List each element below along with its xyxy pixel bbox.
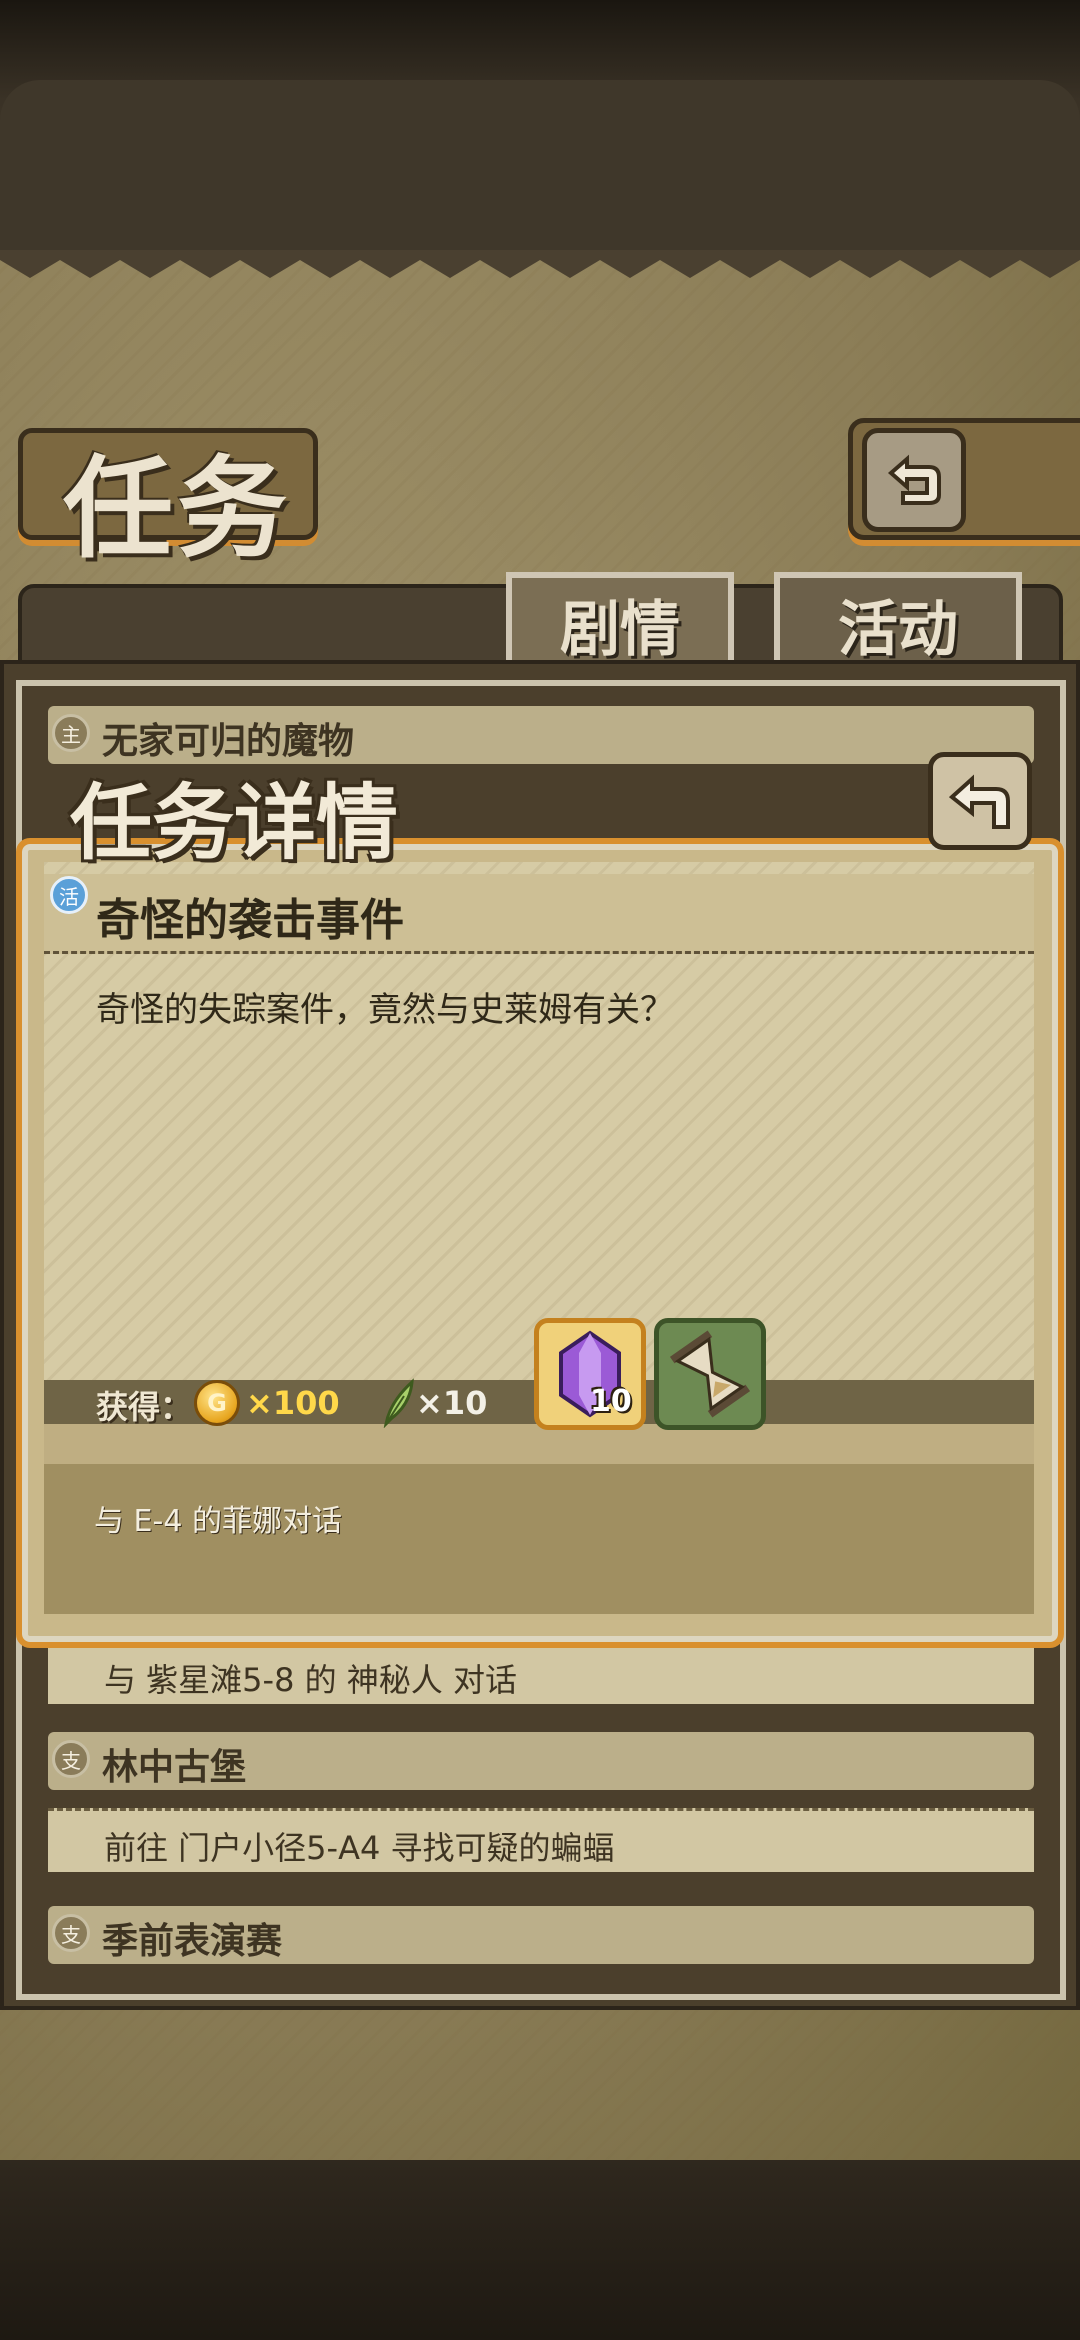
quest-description: 奇怪的失踪案件，竟然与史莱姆有关？ xyxy=(96,990,674,1030)
event-quest-badge: 活 xyxy=(50,876,88,914)
hourglass-icon xyxy=(669,1330,751,1418)
quest-row[interactable]: 支 季前表演赛 xyxy=(48,1906,1034,1964)
dialog-close-button[interactable] xyxy=(928,752,1032,850)
gold-coin-icon: G xyxy=(194,1380,240,1426)
quest-objective: 前往 门户小径5-A4 寻找可疑的蝙蝠 xyxy=(104,1829,615,1867)
side-quest-badge: 支 xyxy=(52,1740,90,1778)
coin-amount: ×100 xyxy=(246,1384,340,1422)
page-title: 任务 xyxy=(63,445,291,573)
reward-item-hourglass[interactable] xyxy=(654,1318,766,1430)
quest-title: 季前表演赛 xyxy=(102,1921,283,1962)
quest-objective: 与 紫星滩5-8 的 神秘人 对话 xyxy=(104,1661,517,1699)
top-bar xyxy=(0,0,1080,260)
reward-strip xyxy=(44,1424,1034,1464)
quest-objective: 与 E-4 的菲娜对话 xyxy=(94,1504,342,1539)
bottom-bar xyxy=(0,2160,1080,2340)
tab-story-label: 剧情 xyxy=(560,594,680,665)
quest-title: 林中古堡 xyxy=(102,1747,247,1788)
return-arrow-icon xyxy=(887,454,941,505)
gem-count: 10 xyxy=(590,1384,632,1419)
return-arrow-icon xyxy=(948,774,1010,829)
main-quest-badge: 主 xyxy=(52,714,90,752)
quest-row[interactable]: 支 林中古堡 xyxy=(48,1732,1034,1790)
reward-label: 获得： xyxy=(96,1388,193,1426)
feather-icon xyxy=(383,1378,414,1428)
torn-edge xyxy=(0,250,1080,278)
tab-events-label: 活动 xyxy=(838,594,958,665)
feather-amount: ×10 xyxy=(416,1384,488,1422)
back-button[interactable] xyxy=(862,428,966,532)
page-title-plate: 任务 xyxy=(18,428,318,573)
quest-name: 奇怪的袭击事件 xyxy=(96,895,404,946)
dialog-title: 任务详情 xyxy=(70,776,399,871)
quest-objective-row[interactable]: 与 紫星滩5-8 的 神秘人 对话 xyxy=(48,1640,1034,1704)
side-quest-badge: 支 xyxy=(52,1914,90,1952)
quest-objective-row[interactable]: 前往 门户小径5-A4 寻找可疑的蝙蝠 xyxy=(48,1808,1034,1872)
